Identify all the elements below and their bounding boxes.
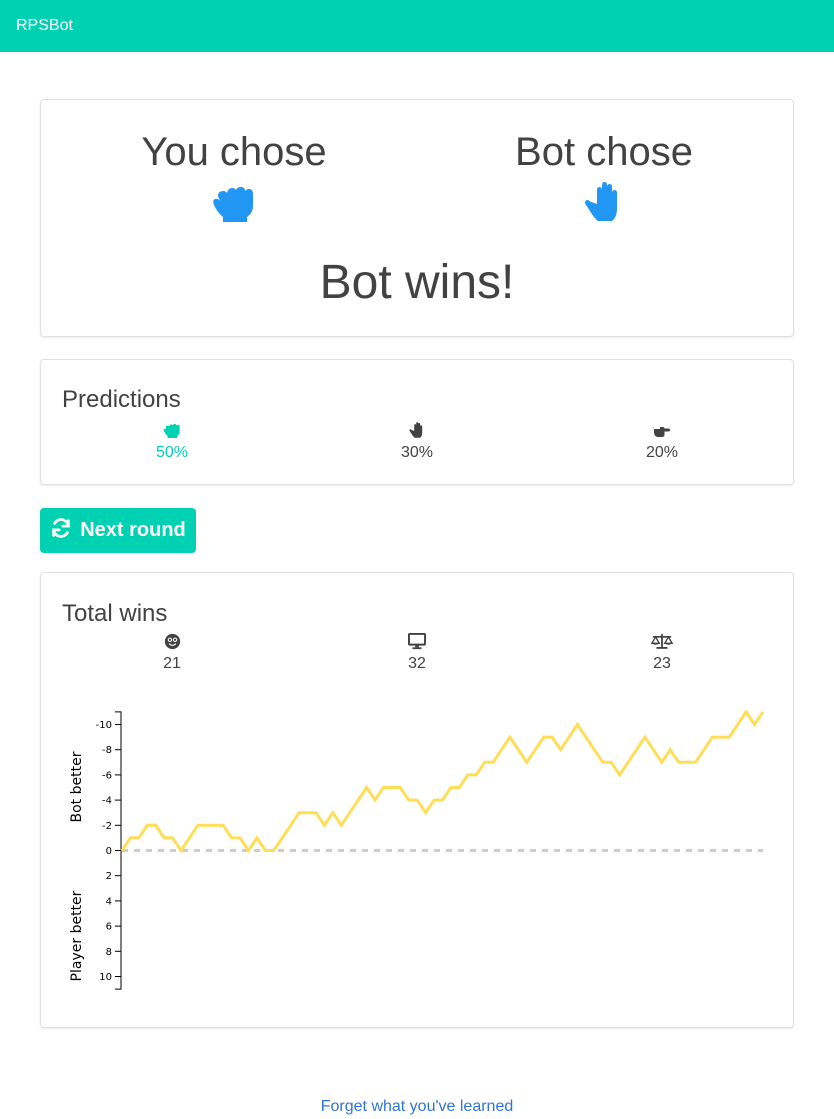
bot-wins-value: 32 — [408, 655, 426, 672]
total-wins-title: Total wins — [62, 600, 168, 627]
smiley-icon — [112, 631, 232, 651]
predictions-card: Predictions 50% 30% 20% — [40, 359, 794, 485]
prediction-value: 30% — [400, 444, 434, 461]
bot-chose: Bot chose — [511, 128, 697, 224]
draws-value: 23 — [653, 655, 671, 672]
predictions-title: Predictions — [62, 386, 181, 413]
bot-chose-label: Bot chose — [515, 130, 693, 174]
hand-paper-icon — [357, 420, 477, 440]
next-round-label: Next round — [80, 519, 186, 541]
bot-wins: 32 — [357, 631, 477, 673]
prediction-rock: 50% — [112, 420, 232, 462]
next-round-button[interactable]: Next round — [40, 508, 196, 553]
you-chose-label: You chose — [141, 130, 327, 174]
hand-paper-icon — [511, 182, 697, 224]
prediction-value: 50% — [155, 444, 189, 461]
prediction-paper: 30% — [357, 420, 477, 462]
desktop-icon — [357, 631, 477, 651]
prediction-value: 20% — [645, 444, 679, 461]
hand-rock-icon — [112, 420, 232, 440]
prediction-scissors: 20% — [602, 420, 722, 462]
draws: 23 — [602, 631, 722, 673]
player-wins-value: 21 — [163, 655, 181, 672]
forget-learning-link[interactable]: Forget what you've learned — [0, 1098, 834, 1116]
round-outcome: Bot wins! — [319, 256, 515, 309]
balance-scale-icon — [602, 631, 722, 651]
result-card: You chose Bot chose Bot wins! — [40, 99, 794, 337]
hand-scissors-icon — [602, 420, 722, 440]
you-chose: You chose — [141, 128, 327, 224]
player-wins: 21 — [112, 631, 232, 673]
sync-icon — [50, 517, 72, 545]
brand-title[interactable]: RPSBot — [16, 17, 73, 35]
total-wins-card: Total wins 21 32 23 — [40, 572, 794, 1028]
navbar: RPSBot — [0, 0, 834, 52]
hand-rock-icon — [141, 182, 327, 224]
